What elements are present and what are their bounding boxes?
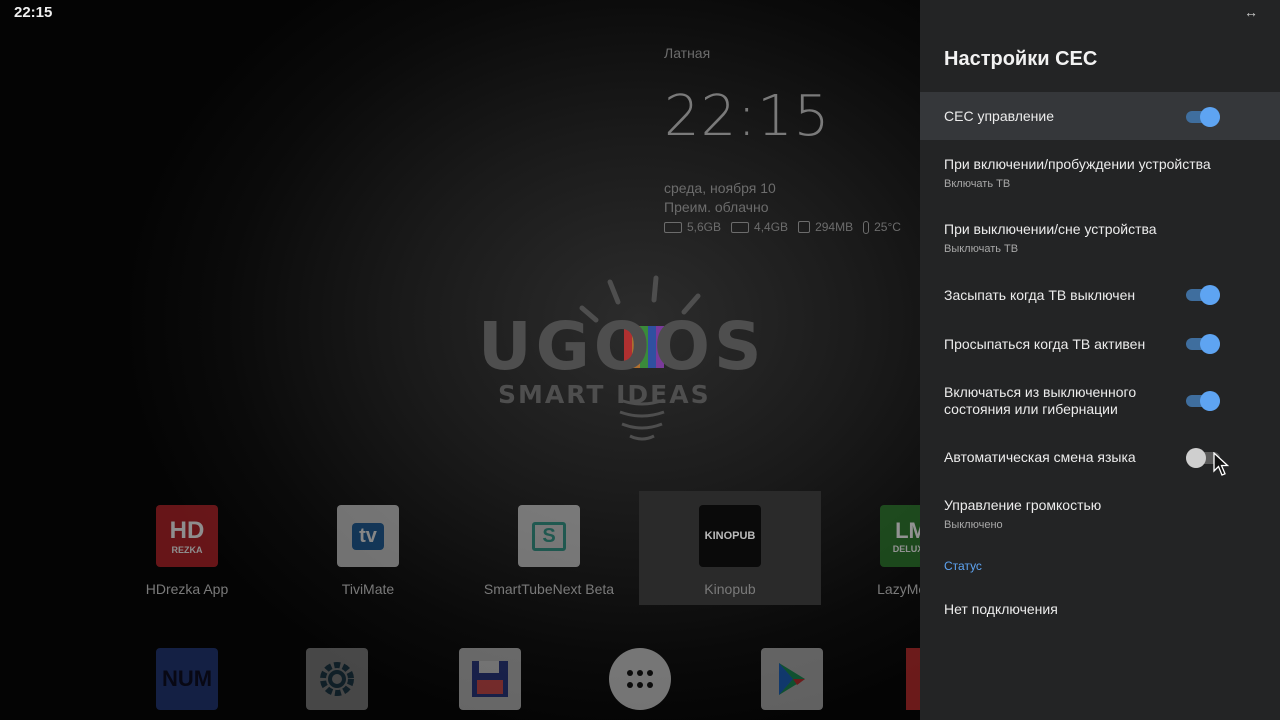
date-text: среда, ноября 10 [664,180,776,196]
weather-location: Латная [664,45,711,61]
setting-label: Просыпаться когда ТВ активен [944,336,1146,352]
launcher-home: 22:15 Латная 22:15 среда, ноября 10 Преи… [0,0,920,720]
app-tile-smarttube[interactable]: S SmartTubeNext Beta [458,491,640,605]
settings-gear-icon[interactable] [306,648,368,710]
ram-icon [664,221,682,233]
status-bar-time: 22:15 [14,4,53,21]
temperature-value: 25°C [874,220,901,234]
setting-wake-from-off[interactable]: Включаться из выключенного состояния или … [920,378,1280,424]
clock-widget: 22:15 [664,84,831,149]
save-floppy-icon[interactable] [459,648,521,710]
setting-label: При выключении/сне устройства [944,221,1157,237]
wake-from-off-toggle[interactable] [1186,390,1220,411]
app-tile-lazymedia[interactable]: LM DELUXE LazyMedia [820,491,920,605]
setting-label: Автоматическая смена языка [944,449,1136,465]
setting-value: Включать ТВ [944,178,1011,190]
setting-volume-control[interactable]: Управление громкостью Выключено [920,488,1280,538]
system-stats: 5,6GB 4,4GB 294MB 25°C [664,220,901,234]
cec-settings-panel: ↔ Настройки CEC CEC управление При включ… [920,0,1280,720]
resize-arrows-icon: ↔ [1244,4,1258,20]
app-label: Kinopub [704,581,756,597]
panel-title: Настройки CEC [944,48,1098,70]
kinopub-icon: KINOPUB [699,505,761,567]
app-label: TiviMate [341,581,395,597]
setting-label: CEC управление [944,108,1055,124]
smarttube-icon: S [518,505,580,567]
setting-wake-tv-active[interactable]: Просыпаться когда ТВ активен [920,325,1280,365]
num-app-icon[interactable]: NUM [156,648,218,710]
logo-brand-text: UGOOS [478,308,766,385]
setting-cec-control[interactable]: CEC управление [920,92,1280,140]
cec-control-toggle[interactable] [1186,106,1220,127]
app-tile-tivimate[interactable]: tv TiviMate [277,491,459,605]
weather-condition: Преим. облачно [664,199,769,215]
lazymedia-icon: LM DELUXE [880,505,920,567]
setting-value: Выключено [944,519,1003,531]
ram-value: 5,6GB [687,220,722,234]
all-apps-icon[interactable] [609,648,671,710]
setting-value: Выключать ТВ [944,243,1019,255]
status-connection[interactable]: Нет подключения [920,590,1280,630]
status-section-header: Статус [944,559,982,573]
chrome-icon[interactable] [906,648,920,710]
wake-tv-active-toggle[interactable] [1186,333,1220,354]
storage-icon [731,221,750,233]
memory-value: 294MB [815,220,854,234]
setting-label: Засыпать когда ТВ выключен [944,287,1136,303]
status-text: Нет подключения [944,601,1058,617]
setting-label: При включении/пробуждении устройства [944,156,1211,172]
hdrezka-icon: HD REZKA [156,505,218,567]
tivimate-icon: tv [337,505,399,567]
mouse-cursor-icon [1213,452,1230,476]
setting-label: Включаться из выключенного состояния или … [944,384,1137,417]
thermometer-icon [863,220,870,234]
setting-sleep-tv-off[interactable]: Засыпать когда ТВ выключен [920,276,1280,316]
chip-icon [798,221,811,233]
app-label: LazyMedia [877,581,920,597]
storage-value: 4,4GB [754,220,789,234]
play-store-icon[interactable] [761,648,823,710]
app-tile-kinopub[interactable]: KINOPUB Kinopub [639,491,821,605]
app-tile-hdrezka[interactable]: HD REZKA HDrezka App [96,491,278,605]
setting-power-off[interactable]: При выключении/сне устройства Выключать … [920,213,1280,265]
setting-label: Управление громкостью [944,497,1102,513]
sleep-tv-off-toggle[interactable] [1186,284,1220,305]
logo-tagline: SMART IDEAS [498,380,711,409]
setting-power-on[interactable]: При включении/пробуждении устройства Вкл… [920,148,1280,200]
app-label: SmartTubeNext Beta [483,581,615,597]
app-label: HDrezka App [145,581,229,597]
